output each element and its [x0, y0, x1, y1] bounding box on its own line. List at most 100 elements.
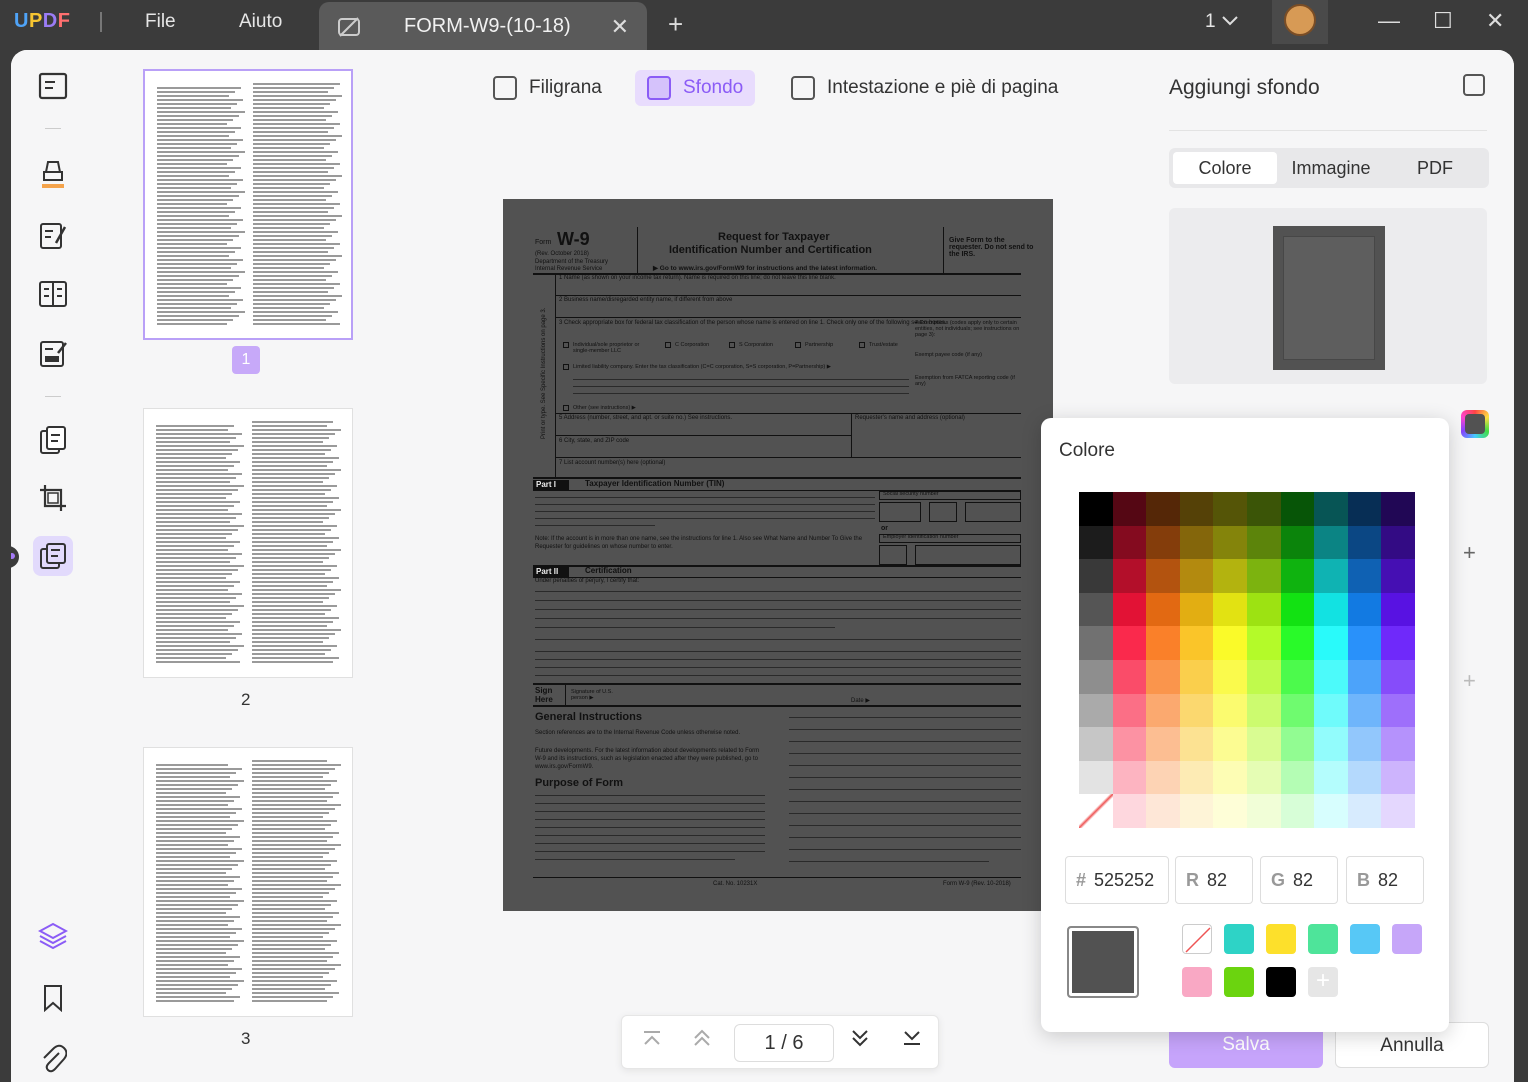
attachment-icon[interactable]	[37, 1042, 69, 1074]
palette-cell[interactable]	[1314, 626, 1348, 660]
palette-cell[interactable]	[1146, 760, 1180, 795]
palette-cell[interactable]	[1246, 592, 1281, 627]
palette-cell[interactable]	[1179, 626, 1214, 660]
palette-cell[interactable]	[1146, 794, 1180, 828]
palette-cell[interactable]	[1146, 525, 1180, 560]
palette-cell[interactable]	[1246, 760, 1281, 795]
palette-cell[interactable]	[1213, 727, 1247, 761]
exit-icon[interactable]	[1463, 74, 1485, 96]
palette-cell[interactable]	[1280, 760, 1315, 795]
palette-cell[interactable]	[1079, 659, 1113, 694]
next-page-icon[interactable]	[850, 1028, 870, 1054]
palette-cell[interactable]	[1213, 626, 1247, 660]
palette-cell[interactable]	[1146, 559, 1180, 593]
preset-swatch-lime[interactable]	[1224, 967, 1254, 997]
palette-cell[interactable]	[1280, 492, 1315, 526]
preset-swatch-black[interactable]	[1266, 967, 1296, 997]
page-thumbnail-1[interactable]	[143, 69, 353, 340]
palette-cell[interactable]	[1381, 794, 1415, 828]
maximize-icon[interactable]: ☐	[1433, 8, 1453, 34]
preset-swatch-green[interactable]	[1308, 924, 1338, 954]
layers-icon[interactable]	[37, 920, 69, 952]
palette-cell[interactable]	[1079, 760, 1113, 795]
header-footer-button[interactable]: Intestazione e piè di pagina	[779, 70, 1070, 106]
palette-cell[interactable]	[1314, 525, 1348, 560]
palette-cell[interactable]	[1381, 760, 1415, 795]
panel-toggle-icon[interactable]	[11, 546, 19, 568]
first-page-icon[interactable]	[642, 1028, 662, 1054]
crop-icon[interactable]	[37, 482, 69, 514]
add-icon[interactable]: +	[1463, 668, 1476, 694]
palette-cell[interactable]	[1213, 760, 1247, 795]
color-palette[interactable]	[1079, 492, 1415, 828]
palette-cell[interactable]	[1079, 626, 1113, 660]
palette-cell[interactable]	[1347, 626, 1382, 660]
palette-cell[interactable]	[1246, 659, 1281, 694]
page-tools-icon[interactable]	[33, 536, 73, 576]
tab-immagine[interactable]: Immagine	[1279, 152, 1383, 184]
palette-cell[interactable]	[1079, 559, 1113, 593]
palette-cell[interactable]	[1079, 525, 1113, 560]
palette-cell[interactable]	[1246, 492, 1281, 526]
bookmark-icon[interactable]	[37, 982, 69, 1014]
palette-cell[interactable]	[1314, 659, 1348, 694]
menu-file[interactable]: File	[145, 11, 176, 33]
palette-cell[interactable]	[1381, 659, 1415, 694]
palette-cell[interactable]	[1314, 559, 1348, 593]
palette-cell[interactable]	[1079, 492, 1113, 526]
palette-cell[interactable]	[1347, 525, 1382, 560]
avatar[interactable]	[1272, 0, 1328, 44]
palette-cell[interactable]	[1314, 693, 1348, 728]
blue-input[interactable]: B 82	[1346, 856, 1424, 904]
palette-cell[interactable]	[1246, 626, 1281, 660]
preset-swatch-purple[interactable]	[1392, 924, 1422, 954]
page-thumbnail-3[interactable]	[143, 747, 353, 1017]
palette-cell[interactable]	[1079, 794, 1113, 828]
palette-cell[interactable]	[1112, 492, 1147, 526]
preset-swatch-blue[interactable]	[1350, 924, 1380, 954]
palette-cell[interactable]	[1246, 525, 1281, 560]
palette-cell[interactable]	[1179, 559, 1214, 593]
palette-cell[interactable]	[1314, 592, 1348, 627]
palette-cell[interactable]	[1213, 693, 1247, 728]
palette-cell[interactable]	[1246, 794, 1281, 828]
palette-cell[interactable]	[1381, 559, 1415, 593]
preset-swatch-pink[interactable]	[1182, 967, 1212, 997]
palette-cell[interactable]	[1314, 492, 1348, 526]
palette-cell[interactable]	[1381, 592, 1415, 627]
watermark-button[interactable]: Filigrana	[481, 70, 614, 106]
palette-cell[interactable]	[1213, 559, 1247, 593]
palette-cell[interactable]	[1280, 525, 1315, 560]
palette-cell[interactable]	[1280, 626, 1315, 660]
palette-cell[interactable]	[1314, 760, 1348, 795]
palette-cell[interactable]	[1213, 592, 1247, 627]
palette-cell[interactable]	[1381, 525, 1415, 560]
palette-cell[interactable]	[1112, 559, 1147, 593]
palette-cell[interactable]	[1112, 525, 1147, 560]
red-input[interactable]: R 82	[1175, 856, 1253, 904]
palette-cell[interactable]	[1246, 559, 1281, 593]
palette-cell[interactable]	[1146, 693, 1180, 728]
green-input[interactable]: G 82	[1260, 856, 1338, 904]
prev-page-icon[interactable]	[692, 1028, 712, 1054]
palette-cell[interactable]	[1381, 727, 1415, 761]
palette-cell[interactable]	[1347, 492, 1382, 526]
palette-cell[interactable]	[1280, 693, 1315, 728]
palette-cell[interactable]	[1280, 559, 1315, 593]
background-button[interactable]: Sfondo	[635, 70, 756, 106]
palette-cell[interactable]	[1381, 693, 1415, 728]
add-icon[interactable]: +	[1463, 540, 1476, 566]
no-color-swatch[interactable]	[1182, 924, 1212, 954]
palette-cell[interactable]	[1280, 659, 1315, 694]
palette-cell[interactable]	[1347, 693, 1382, 728]
palette-cell[interactable]	[1347, 794, 1382, 828]
palette-cell[interactable]	[1146, 492, 1180, 526]
palette-cell[interactable]	[1280, 592, 1315, 627]
palette-cell[interactable]	[1079, 727, 1113, 761]
palette-cell[interactable]	[1112, 592, 1147, 627]
palette-cell[interactable]	[1347, 659, 1382, 694]
palette-cell[interactable]	[1179, 592, 1214, 627]
preset-swatch-yellow[interactable]	[1266, 924, 1296, 954]
palette-cell[interactable]	[1179, 693, 1214, 728]
palette-cell[interactable]	[1112, 693, 1147, 728]
